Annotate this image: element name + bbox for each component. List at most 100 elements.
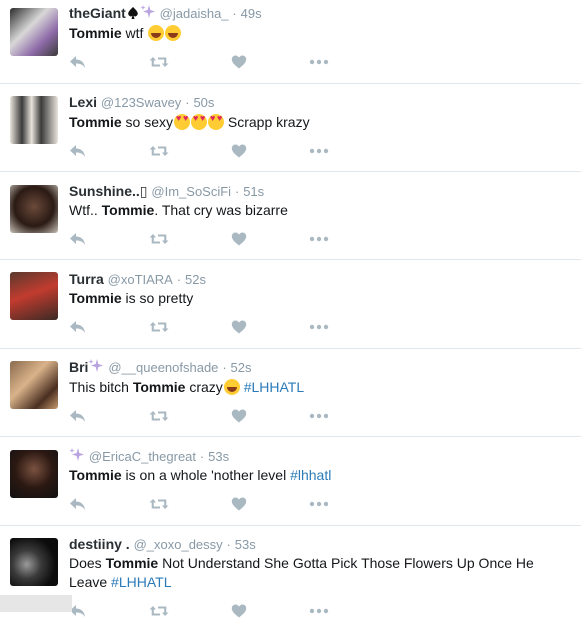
tweet[interactable]: theGiant @jadaisha_ · 49s Tommie wtf [0, 0, 581, 84]
like-icon[interactable] [231, 319, 249, 335]
sparkles-icon [88, 358, 104, 378]
display-name[interactable]: Bri [69, 359, 88, 375]
avatar[interactable] [10, 538, 58, 586]
timestamp[interactable]: 49s [241, 6, 262, 21]
hashtag-link[interactable]: #LHHATL [111, 574, 171, 590]
timestamp[interactable]: 52s [231, 360, 252, 375]
hashtag-link[interactable]: #lhhatl [290, 467, 331, 483]
reply-icon[interactable] [69, 408, 87, 424]
retweet-icon[interactable] [149, 143, 169, 159]
user-handle[interactable]: @jadaisha_ [160, 6, 229, 21]
timestamp[interactable]: 51s [243, 184, 264, 199]
separator: · [185, 95, 190, 110]
tweet[interactable]: Turra @xoTIARA · 52s Tommie is so pretty [0, 260, 581, 349]
keyword: Tommie [132, 379, 186, 395]
tweet[interactable]: Lexi @123Swavey · 50s Tommie so sexy Scr… [0, 84, 581, 172]
separator: · [234, 184, 240, 199]
tweet-text: This bitch Tommie crazy #LHHATL [69, 378, 569, 397]
more-icon[interactable] [309, 143, 329, 159]
more-icon[interactable] [309, 319, 329, 335]
display-name[interactable]: Lexi [69, 94, 97, 110]
tweet[interactable]: destiiny . @_xoxo_dessy · 53s Does Tommi… [0, 526, 581, 626]
keyword: Tommie [69, 114, 122, 130]
retweet-icon[interactable] [149, 496, 169, 512]
avatar[interactable] [10, 450, 58, 498]
user-handle[interactable]: @Im_SoSciFi [151, 184, 231, 199]
timestamp[interactable]: 50s [193, 95, 214, 110]
tweet-actions [69, 408, 339, 424]
tweet[interactable]: Bri @__queenofshade · 52s This bitch Tom… [0, 349, 581, 437]
tweet-header: destiiny . @_xoxo_dessy · 53s [69, 535, 256, 554]
separator: · [226, 537, 231, 552]
keyword: Tommie [69, 25, 122, 41]
user-handle[interactable]: @_xoxo_dessy [134, 537, 223, 552]
timestamp[interactable]: 53s [208, 449, 229, 464]
like-icon[interactable] [231, 143, 249, 159]
laughing-emoji-icon [148, 25, 165, 41]
retweet-icon[interactable] [149, 54, 169, 70]
user-handle[interactable]: @EricaC_thegreat [89, 449, 196, 464]
avatar[interactable] [10, 361, 58, 409]
text-segment: Leave [69, 574, 112, 590]
keyword: Tommie [105, 555, 159, 571]
user-handle[interactable]: @xoTIARA [108, 272, 173, 287]
tweet-text: Tommie so sexy Scrapp krazy [69, 113, 569, 132]
tweet-text: Tommie is so pretty [69, 289, 569, 308]
tweet-header: Lexi @123Swavey · 50s [69, 93, 214, 112]
like-icon[interactable] [231, 603, 249, 619]
avatar[interactable] [10, 272, 58, 320]
text-segment: wtf [121, 25, 144, 41]
reply-icon[interactable] [69, 143, 87, 159]
like-icon[interactable] [231, 496, 249, 512]
keyword: Tommie [69, 467, 122, 483]
keyword: Tommie [69, 290, 122, 306]
more-icon[interactable] [309, 603, 329, 619]
tweet-text: Tommie wtf [69, 24, 569, 43]
more-icon[interactable] [309, 496, 329, 512]
tweet[interactable]: @EricaC_thegreat · 53s Tommie is on a wh… [0, 437, 581, 526]
more-icon[interactable] [309, 408, 329, 424]
tweet-actions [69, 319, 339, 335]
retweet-icon[interactable] [149, 603, 169, 619]
tweet-actions [69, 603, 339, 619]
retweet-icon[interactable] [149, 408, 169, 424]
heart-eyes-emoji-icon [208, 114, 224, 130]
display-name[interactable]: destiiny . [69, 536, 130, 552]
separator: · [176, 272, 182, 287]
tweet-header: @EricaC_thegreat · 53s [69, 447, 229, 467]
avatar[interactable] [10, 8, 58, 56]
unknown-glyph-icon: ▯ [139, 183, 148, 199]
display-name[interactable]: Turra [69, 271, 104, 287]
retweet-icon[interactable] [149, 319, 169, 335]
tweet-header: Turra @xoTIARA · 52s [69, 270, 206, 289]
laughing-emoji-icon [223, 379, 240, 395]
tweet[interactable]: Sunshine..▯ @Im_SoSciFi · 51s Wtf.. Tomm… [0, 172, 581, 260]
avatar[interactable] [10, 185, 58, 233]
timestamp[interactable]: 53s [235, 537, 256, 552]
more-icon[interactable] [309, 231, 329, 247]
like-icon[interactable] [231, 231, 249, 247]
reply-icon[interactable] [69, 319, 87, 335]
reply-icon[interactable] [69, 496, 87, 512]
display-name[interactable]: theGiant [69, 5, 126, 21]
display-name[interactable]: Sunshine.. [69, 183, 140, 199]
text-segment: This bitch [69, 379, 133, 395]
reply-icon[interactable] [69, 54, 87, 70]
retweet-icon[interactable] [149, 231, 169, 247]
tweet-text: Does Tommie Not Understand She Gotta Pic… [69, 554, 569, 592]
text-segment: Does [69, 555, 106, 571]
reply-icon[interactable] [69, 231, 87, 247]
like-icon[interactable] [231, 54, 249, 70]
user-handle[interactable]: @123Swavey [101, 95, 181, 110]
avatar[interactable] [10, 96, 58, 144]
sparkles-icon [69, 447, 85, 467]
text-segment: so sexy [121, 114, 173, 130]
hashtag-link[interactable]: #LHHATL [244, 379, 304, 395]
timestamp[interactable]: 52s [185, 272, 206, 287]
like-icon[interactable] [231, 408, 249, 424]
user-handle[interactable]: @__queenofshade [108, 360, 218, 375]
more-icon[interactable] [309, 54, 329, 70]
sparkles-icon [140, 4, 156, 24]
heart-eyes-emoji-icon [191, 114, 207, 130]
tweet-actions [69, 143, 339, 159]
